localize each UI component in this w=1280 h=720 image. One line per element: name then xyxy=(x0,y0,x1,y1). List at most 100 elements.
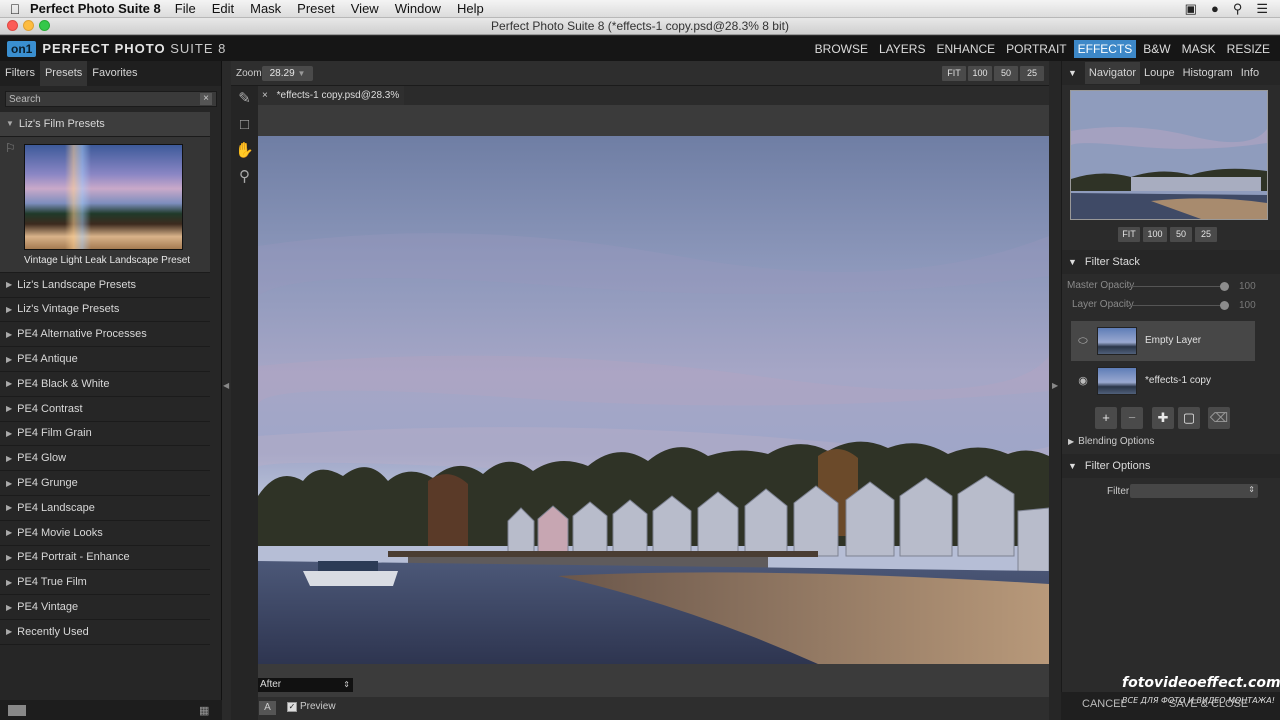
filter-options-header[interactable]: ▼ Filter Options xyxy=(1062,454,1280,478)
master-opacity-handle[interactable] xyxy=(1220,282,1229,291)
module-mask[interactable]: MASK xyxy=(1178,40,1220,58)
category-item[interactable]: ▶ PE4 Contrast xyxy=(0,397,210,422)
minimize-window-button[interactable] xyxy=(23,20,34,31)
category-item[interactable]: ▶ Liz's Vintage Presets xyxy=(0,298,210,323)
tab-filters[interactable]: Filters xyxy=(0,61,40,86)
menu-preset[interactable]: Preset xyxy=(297,1,335,16)
search-input[interactable]: Search × xyxy=(5,91,217,107)
brush-tool-icon[interactable]: ✎ xyxy=(234,88,255,109)
menu-file[interactable]: File xyxy=(175,1,196,16)
zoom-value-field[interactable]: 28.29 ▼ xyxy=(262,66,313,81)
photo-canvas[interactable] xyxy=(258,136,1049,664)
category-item[interactable]: ▶ PE4 Vintage xyxy=(0,595,210,620)
cancel-button[interactable]: CANCEL xyxy=(1082,698,1127,710)
preview-checkbox[interactable]: ✓ xyxy=(287,702,297,712)
single-view-icon[interactable] xyxy=(8,705,26,716)
zoom-100-button[interactable]: 100 xyxy=(968,66,992,81)
module-effects[interactable]: EFFECTS xyxy=(1073,39,1137,58)
favorite-flag-icon[interactable]: ⚐ xyxy=(5,141,16,155)
notification-list-icon[interactable]: ☰ xyxy=(1256,1,1268,17)
module-portrait[interactable]: PORTRAIT xyxy=(1002,40,1070,58)
add-layer-button[interactable]: + xyxy=(1095,407,1117,429)
menu-window[interactable]: Window xyxy=(395,1,441,16)
module-resize[interactable]: RESIZE xyxy=(1223,40,1274,58)
category-item[interactable]: ▶ PE4 Alternative Processes xyxy=(0,322,210,348)
filter-select[interactable]: ⇕ xyxy=(1130,484,1258,498)
menu-help[interactable]: Help xyxy=(457,1,484,16)
layer-row[interactable]: ⬭ Empty Layer xyxy=(1071,321,1255,361)
nav-50-button[interactable]: 50 xyxy=(1170,227,1192,242)
compare-a-icon[interactable]: A xyxy=(259,701,276,715)
zoom-50-button[interactable]: 50 xyxy=(994,66,1018,81)
visibility-eye-icon[interactable]: ◉ xyxy=(1077,375,1089,387)
menu-view[interactable]: View xyxy=(351,1,379,16)
zoom-tool-icon[interactable]: ⚲ xyxy=(234,166,255,187)
master-opacity-track[interactable] xyxy=(1126,286,1226,287)
document-tab[interactable]: × *effects-1 copy.psd@28.3% 8 bit xyxy=(258,86,404,120)
category-item[interactable]: ▶ PE4 Glow xyxy=(0,446,210,472)
camera-icon[interactable]: ▣ xyxy=(1185,1,1197,17)
tab-presets[interactable]: Presets xyxy=(39,61,88,86)
category-item[interactable]: ▶ PE4 Landscape xyxy=(0,496,210,521)
layer-opacity-track[interactable] xyxy=(1126,305,1226,306)
category-label: PE4 Movie Looks xyxy=(17,526,103,539)
tab-favorites[interactable]: Favorites xyxy=(87,61,142,86)
module-enhance[interactable]: ENHANCE xyxy=(932,40,999,58)
crop-tool-icon[interactable]: □ xyxy=(234,114,255,135)
module-layers[interactable]: LAYERS xyxy=(875,40,929,58)
navigator-thumbnail[interactable] xyxy=(1070,90,1268,220)
category-item[interactable]: ▶ PE4 Portrait - Enhance xyxy=(0,546,210,571)
nav-25-button[interactable]: 25 xyxy=(1195,227,1217,242)
apple-icon[interactable]:  xyxy=(0,1,30,17)
close-tab-icon[interactable]: × xyxy=(262,90,268,101)
layer-opacity-handle[interactable] xyxy=(1220,301,1229,310)
preset-caption: Vintage Light Leak Landscape Preset xyxy=(24,254,191,266)
spotlight-search-icon[interactable]: ⚲ xyxy=(1233,1,1243,17)
filter-stack-header[interactable]: ▼ Filter Stack xyxy=(1062,250,1280,274)
category-item[interactable]: ▶ Liz's Landscape Presets xyxy=(0,273,210,298)
tab-loupe[interactable]: Loupe xyxy=(1140,62,1179,84)
menu-edit[interactable]: Edit xyxy=(212,1,234,16)
collapse-right-icon[interactable]: ▶ xyxy=(1052,381,1058,390)
module-browse[interactable]: BROWSE xyxy=(811,40,872,58)
category-item[interactable]: ▶ Recently Used xyxy=(0,620,210,645)
add-filter-button[interactable]: ✚ xyxy=(1152,407,1174,429)
grid-view-icon[interactable]: ▦ xyxy=(199,704,209,717)
category-liz-film-presets[interactable]: ▼ Liz's Film Presets xyxy=(0,112,210,137)
hand-tool-icon[interactable]: ✋ xyxy=(234,140,255,161)
zoom-fit-button[interactable]: FIT xyxy=(942,66,966,81)
category-item[interactable]: ▶ PE4 Antique xyxy=(0,347,210,372)
category-item[interactable]: ▶ PE4 Black & White xyxy=(0,372,210,397)
nav-100-button[interactable]: 100 xyxy=(1143,227,1167,242)
tab-info[interactable]: Info xyxy=(1237,62,1263,84)
nav-fit-button[interactable]: FIT xyxy=(1118,227,1140,242)
visibility-eye-icon[interactable]: ⬭ xyxy=(1077,335,1089,347)
remove-layer-button[interactable]: − xyxy=(1121,407,1143,429)
menu-mask[interactable]: Mask xyxy=(250,1,281,16)
clear-search-icon[interactable]: × xyxy=(200,93,212,105)
right-panel-splitter[interactable]: ▶ xyxy=(1049,61,1061,720)
zoom-window-button[interactable] xyxy=(39,20,50,31)
module-bw[interactable]: B&W xyxy=(1139,40,1174,58)
tab-histogram[interactable]: Histogram xyxy=(1179,62,1237,84)
layer-opacity-value[interactable]: 100 xyxy=(1239,300,1256,311)
preset-thumbnail[interactable] xyxy=(24,143,183,250)
trash-icon[interactable]: ⌫ xyxy=(1208,407,1230,429)
layer-row[interactable]: ◉ *effects-1 copy xyxy=(1071,361,1255,401)
duplicate-layer-button[interactable]: ▢ xyxy=(1178,407,1200,429)
collapse-left-icon[interactable]: ◀ xyxy=(223,381,229,390)
view-mode-select[interactable]: After ⇕ xyxy=(258,678,353,692)
user-icon[interactable]: ● xyxy=(1211,1,1219,16)
triangle-down-icon[interactable]: ▼ xyxy=(1068,68,1077,78)
app-menu[interactable]: Perfect Photo Suite 8 xyxy=(30,1,161,16)
category-item[interactable]: ▶ PE4 True Film xyxy=(0,570,210,596)
category-item[interactable]: ▶ PE4 Movie Looks xyxy=(0,521,210,546)
master-opacity-value[interactable]: 100 xyxy=(1239,281,1256,292)
blending-options-toggle[interactable]: ▶ Blending Options xyxy=(1068,436,1154,447)
category-item[interactable]: ▶ PE4 Grunge xyxy=(0,471,210,496)
category-item[interactable]: ▶ PE4 Film Grain xyxy=(0,422,210,447)
tab-navigator[interactable]: Navigator xyxy=(1084,62,1140,84)
left-panel-splitter[interactable]: ◀ xyxy=(222,61,231,720)
close-window-button[interactable] xyxy=(7,20,18,31)
zoom-25-button[interactable]: 25 xyxy=(1020,66,1044,81)
